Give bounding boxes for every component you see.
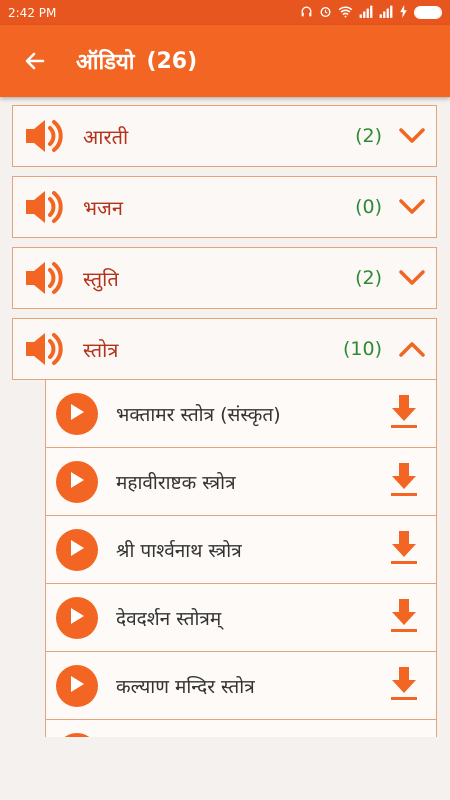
track-title: श्री पार्श्वनाथ स्त्रोत्र: [116, 539, 242, 562]
category-count: (0): [355, 196, 382, 218]
play-icon: [69, 675, 85, 697]
category-label: भजन: [83, 195, 123, 220]
page-title: ऑडियो: [76, 50, 135, 75]
wifi-icon: [338, 5, 353, 20]
category-label: स्तोत्र: [83, 337, 119, 362]
track-title: कल्याण मन्दिर स्तोत्र: [116, 675, 255, 698]
back-button[interactable]: [0, 25, 70, 97]
track-row[interactable]: श्री पार्श्वनाथ स्त्रोत्र: [45, 516, 437, 584]
play-button[interactable]: [56, 392, 98, 435]
category-row[interactable]: स्तुति (2): [12, 247, 437, 309]
download-icon: [390, 529, 418, 571]
category-row[interactable]: स्तोत्र (10): [12, 318, 437, 380]
download-icon: [390, 597, 418, 639]
download-button[interactable]: [384, 661, 424, 711]
chevron-down-icon[interactable]: [392, 116, 432, 156]
category-count: (2): [355, 125, 382, 147]
download-icon: [390, 665, 418, 707]
status-time: 2:42 PM: [8, 5, 57, 20]
download-button[interactable]: [384, 389, 424, 439]
chevron-down-icon[interactable]: [392, 258, 432, 298]
download-button[interactable]: [384, 457, 424, 507]
page-count: (26): [146, 48, 198, 74]
track-row[interactable]: महावीराष्टक स्त्रोत्र: [45, 448, 437, 516]
battery-level: [415, 7, 441, 18]
play-button[interactable]: [56, 528, 98, 571]
play-button[interactable]: [56, 460, 98, 503]
track-title: भक्तामर स्तोत्र (संस्कृत): [116, 403, 281, 426]
play-icon: [69, 539, 85, 561]
bottom-area: [0, 737, 450, 800]
category-count: (10): [342, 338, 382, 360]
category-label: स्तुति: [83, 266, 119, 291]
speaker-icon: [13, 319, 73, 379]
status-bar: 2:42 PM: [0, 0, 450, 25]
audio-list[interactable]: आरती (2) भजन (0) स्तुति (2) स्तोत्र (10) भक्ताम…: [0, 97, 450, 737]
category-row[interactable]: भजन (0): [12, 176, 437, 238]
speaker-icon: [13, 177, 73, 237]
chevron-down-icon[interactable]: [392, 187, 432, 227]
download-button[interactable]: [384, 525, 424, 575]
play-button[interactable]: [56, 664, 98, 707]
track-row[interactable]: [45, 720, 437, 737]
speaker-icon: [13, 248, 73, 308]
charging-icon: [399, 5, 408, 20]
category-label: आरती: [83, 124, 129, 149]
category-row[interactable]: आरती (2): [12, 105, 437, 167]
headphones-icon: [300, 5, 313, 20]
status-icons: [300, 5, 442, 20]
download-icon: [390, 461, 418, 503]
arrow-left-icon: [25, 52, 45, 70]
signal-icon: [359, 5, 373, 20]
play-icon: [69, 403, 85, 425]
download-icon: [390, 393, 418, 435]
download-button[interactable]: [384, 593, 424, 643]
track-row[interactable]: देवदर्शन स्तोत्रम्: [45, 584, 437, 652]
track-title: देवदर्शन स्तोत्रम्: [116, 607, 222, 630]
track-title: महावीराष्टक स्त्रोत्र: [116, 471, 236, 494]
signal-icon: [379, 5, 393, 20]
battery-icon: [414, 6, 442, 19]
chevron-up-icon[interactable]: [392, 329, 432, 369]
category-count: (2): [355, 267, 382, 289]
track-row[interactable]: भक्तामर स्तोत्र (संस्कृत): [45, 380, 437, 448]
alarm-icon: [319, 5, 332, 20]
track-row[interactable]: कल्याण मन्दिर स्तोत्र: [45, 652, 437, 720]
play-button[interactable]: [56, 596, 98, 639]
app-bar: ऑडियो (26): [0, 25, 450, 97]
play-icon: [69, 471, 85, 493]
play-icon: [69, 607, 85, 629]
speaker-icon: [13, 106, 73, 166]
